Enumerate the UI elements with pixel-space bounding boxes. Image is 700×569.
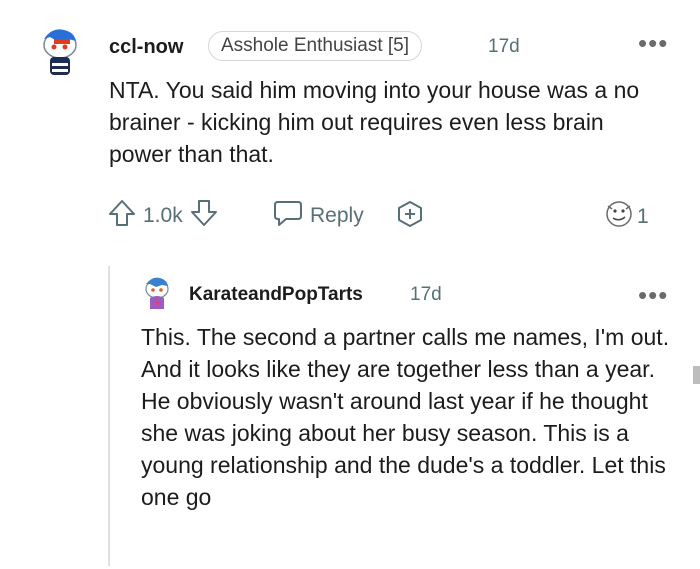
reply-label: Reply [310, 204, 364, 227]
more-options-icon[interactable]: ••• [638, 30, 668, 56]
award-add-icon[interactable] [395, 199, 425, 234]
award-emoji-icon [603, 200, 635, 234]
reply-username[interactable]: KarateandPopTarts [189, 284, 363, 306]
downvote-icon[interactable] [189, 198, 219, 234]
reply-button[interactable]: Reply [272, 198, 364, 234]
user-flair: Asshole Enthusiast [5] [208, 31, 422, 61]
scrollbar-thumb[interactable] [693, 366, 700, 384]
reply-body: This. The second a partner calls me name… [141, 324, 670, 510]
vote-group: 1.0k [107, 198, 219, 234]
reply-icon [272, 198, 304, 234]
award-display[interactable]: 1 [603, 200, 649, 234]
comment-body: NTA. You said him moving into your house… [109, 77, 640, 167]
award-count: 1 [637, 205, 649, 228]
upvote-icon[interactable] [107, 198, 137, 234]
vote-count: 1.0k [143, 204, 183, 227]
reply-comment: KarateandPopTarts 17d ••• This. The seco… [110, 266, 700, 569]
snoo-avatar-icon[interactable] [142, 276, 172, 312]
comment-thread: ccl-now Asshole Enthusiast [5] 17d ••• N… [0, 0, 700, 260]
snoo-avatar-icon[interactable] [38, 25, 82, 75]
comment-timestamp[interactable]: 17d [488, 36, 520, 58]
comment-username[interactable]: ccl-now [109, 36, 183, 59]
reply-timestamp[interactable]: 17d [410, 284, 442, 306]
more-options-icon[interactable]: ••• [638, 282, 668, 308]
